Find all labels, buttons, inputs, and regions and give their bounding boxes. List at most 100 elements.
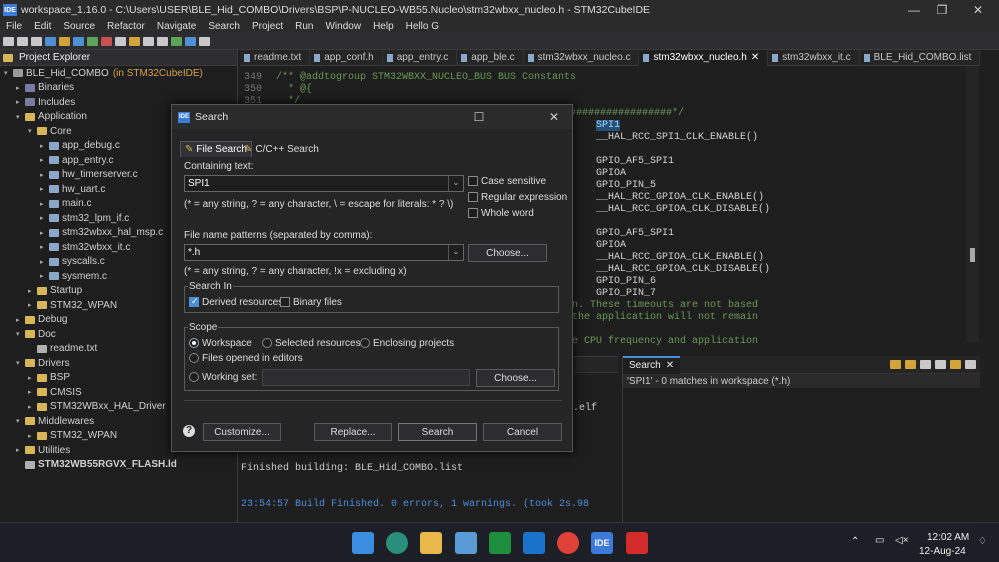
tree-item[interactable]: ▾ Core: [28, 124, 72, 138]
clock-date[interactable]: 12-Aug-24: [919, 546, 966, 557]
tree-item[interactable]: ▸ hw_uart.c: [40, 182, 105, 196]
spreadsheet-icon[interactable]: [489, 532, 511, 554]
tree-item[interactable]: ▾ Middlewares: [16, 414, 94, 428]
tree-item[interactable]: ▸ sysmem.c: [40, 269, 107, 283]
derived-resources-checkbox[interactable]: [189, 296, 199, 307]
tree-item[interactable]: ▾ Drivers: [16, 356, 70, 370]
replace-button[interactable]: Replace...: [314, 423, 392, 441]
chevron-icon[interactable]: ▸: [16, 98, 25, 106]
workspace-radio[interactable]: [189, 338, 199, 348]
menu-source[interactable]: Source: [57, 21, 101, 32]
chevron-icon[interactable]: ▸: [40, 142, 49, 150]
tree-item[interactable]: ▸ app_entry.c: [40, 153, 114, 167]
chevron-icon[interactable]: ▾: [28, 127, 37, 135]
whole-word-checkbox[interactable]: [468, 208, 478, 218]
build-icon[interactable]: [45, 37, 56, 46]
tree-item[interactable]: ▾ Application: [16, 110, 87, 124]
menu-run[interactable]: Run: [289, 21, 319, 32]
search-toolbar-icon[interactable]: [115, 37, 126, 46]
tree-item[interactable]: ▸ BSP: [28, 371, 70, 385]
patterns-input[interactable]: *.h ⌄: [184, 244, 464, 261]
containing-text-input[interactable]: SPI1 ⌄: [184, 175, 464, 192]
chevron-icon[interactable]: ▸: [40, 214, 49, 222]
chevron-icon[interactable]: ▸: [40, 171, 49, 179]
chevron-icon[interactable]: ▾: [4, 69, 13, 77]
notification-bell-icon[interactable]: ♢: [978, 536, 987, 547]
tree-item[interactable]: ▸ app_debug.c: [40, 139, 120, 153]
tree-item[interactable]: ▸ stm32wbxx_hal_msp.c: [40, 226, 163, 240]
menu-help[interactable]: Help: [367, 21, 400, 32]
back-icon[interactable]: [143, 37, 154, 46]
menu-search[interactable]: Search: [202, 21, 246, 32]
tree-item[interactable]: ▸ Startup: [28, 284, 82, 298]
binary-files-checkbox[interactable]: [280, 297, 290, 307]
chevron-icon[interactable]: ▸: [28, 388, 37, 396]
outlook-icon[interactable]: [523, 532, 545, 554]
tree-item[interactable]: ▸ STM32_WPAN: [28, 429, 117, 443]
tree-item[interactable]: ▾ Doc: [16, 327, 56, 341]
run-search-icon[interactable]: [950, 360, 961, 369]
tab-nucleo-c[interactable]: stm32wbxx_nucleo.c: [524, 49, 640, 66]
tree-item[interactable]: ▸ stm32_lpm_if.c: [40, 211, 129, 225]
chevron-icon[interactable]: ▸: [40, 272, 49, 280]
chevron-icon[interactable]: ▸: [40, 229, 49, 237]
monitor-icon[interactable]: ▭: [875, 535, 884, 546]
close-icon[interactable]: ✕: [962, 0, 994, 20]
tree-item[interactable]: STM32WB55RGVX_FLASH.ld: [16, 458, 177, 472]
chevron-icon[interactable]: ▸: [40, 200, 49, 208]
chevron-icon[interactable]: ▸: [40, 243, 49, 251]
tree-item[interactable]: ▾ BLE_Hid_COMBO (in STM32CubeIDE): [4, 66, 203, 80]
start-icon[interactable]: [352, 532, 374, 554]
run-config-icon[interactable]: [171, 37, 182, 46]
cancel-button[interactable]: Cancel: [483, 423, 562, 441]
close-icon[interactable]: ✕: [666, 360, 674, 371]
save-icon[interactable]: [17, 37, 28, 46]
chevron-icon[interactable]: ▸: [28, 287, 37, 295]
tree-item[interactable]: ▸ Utilities: [16, 443, 70, 457]
speaker-muted-icon[interactable]: ◁×: [895, 535, 909, 546]
browser-icon[interactable]: [386, 532, 408, 554]
tab-app-entry[interactable]: app_entry.c: [383, 49, 458, 66]
hammer-icon[interactable]: [59, 37, 70, 46]
dialog-close-icon[interactable]: ✕: [535, 105, 573, 129]
tree-item[interactable]: ▸ Binaries: [16, 81, 74, 95]
tree-item[interactable]: ▸ hw_timerserver.c: [40, 168, 138, 182]
menu-file[interactable]: File: [0, 21, 28, 32]
clock-time[interactable]: 12:02 AM: [927, 532, 969, 543]
enclosing-projects-radio[interactable]: [360, 338, 370, 348]
menu-icon[interactable]: [965, 360, 976, 369]
stop-icon[interactable]: [101, 37, 112, 46]
perspective-icon[interactable]: [185, 37, 196, 46]
tree-item[interactable]: ▸ stm32wbxx_it.c: [40, 240, 130, 254]
stm32cubeide-icon[interactable]: IDE: [591, 532, 613, 554]
maximize-icon[interactable]: ☐: [460, 105, 498, 129]
open-editors-radio[interactable]: [189, 353, 199, 363]
chevron-icon[interactable]: ▾: [16, 113, 25, 121]
tab-cpp-search[interactable]: ✎ C/C++ Search: [240, 141, 323, 157]
tree-item[interactable]: ▸ STM32_WPAN: [28, 298, 117, 312]
tab-readme[interactable]: readme.txt: [240, 49, 311, 66]
search-view-tab[interactable]: Search ✕: [623, 355, 681, 374]
chevron-up-icon[interactable]: ⌃: [851, 536, 859, 547]
new-icon[interactable]: [3, 37, 14, 46]
chevron-icon[interactable]: ▸: [28, 403, 37, 411]
run-icon[interactable]: [87, 37, 98, 46]
choose-patterns-button[interactable]: Choose...: [468, 244, 547, 262]
chevron-icon[interactable]: ▾: [16, 359, 25, 367]
file-explorer-icon[interactable]: [420, 532, 442, 554]
restore-icon[interactable]: ❐: [926, 0, 958, 20]
save-all-icon[interactable]: [31, 37, 42, 46]
tree-item[interactable]: ▸ main.c: [40, 197, 91, 211]
chevron-icon[interactable]: ▸: [16, 316, 25, 324]
menu-navigate[interactable]: Navigate: [151, 21, 202, 32]
working-set-radio[interactable]: [189, 372, 199, 382]
chevron-down-icon[interactable]: ⌄: [448, 245, 463, 260]
customize-button[interactable]: Customize...: [203, 423, 281, 441]
selected-resources-radio[interactable]: [262, 338, 272, 348]
chevron-icon[interactable]: ▸: [16, 84, 25, 92]
chevron-icon[interactable]: ▾: [16, 417, 25, 425]
tree-item[interactable]: ▸ Includes: [16, 95, 75, 109]
expand-icon[interactable]: [920, 360, 931, 369]
chevron-icon[interactable]: ▾: [16, 330, 25, 338]
tab-app-conf[interactable]: app_conf.h: [310, 49, 383, 66]
